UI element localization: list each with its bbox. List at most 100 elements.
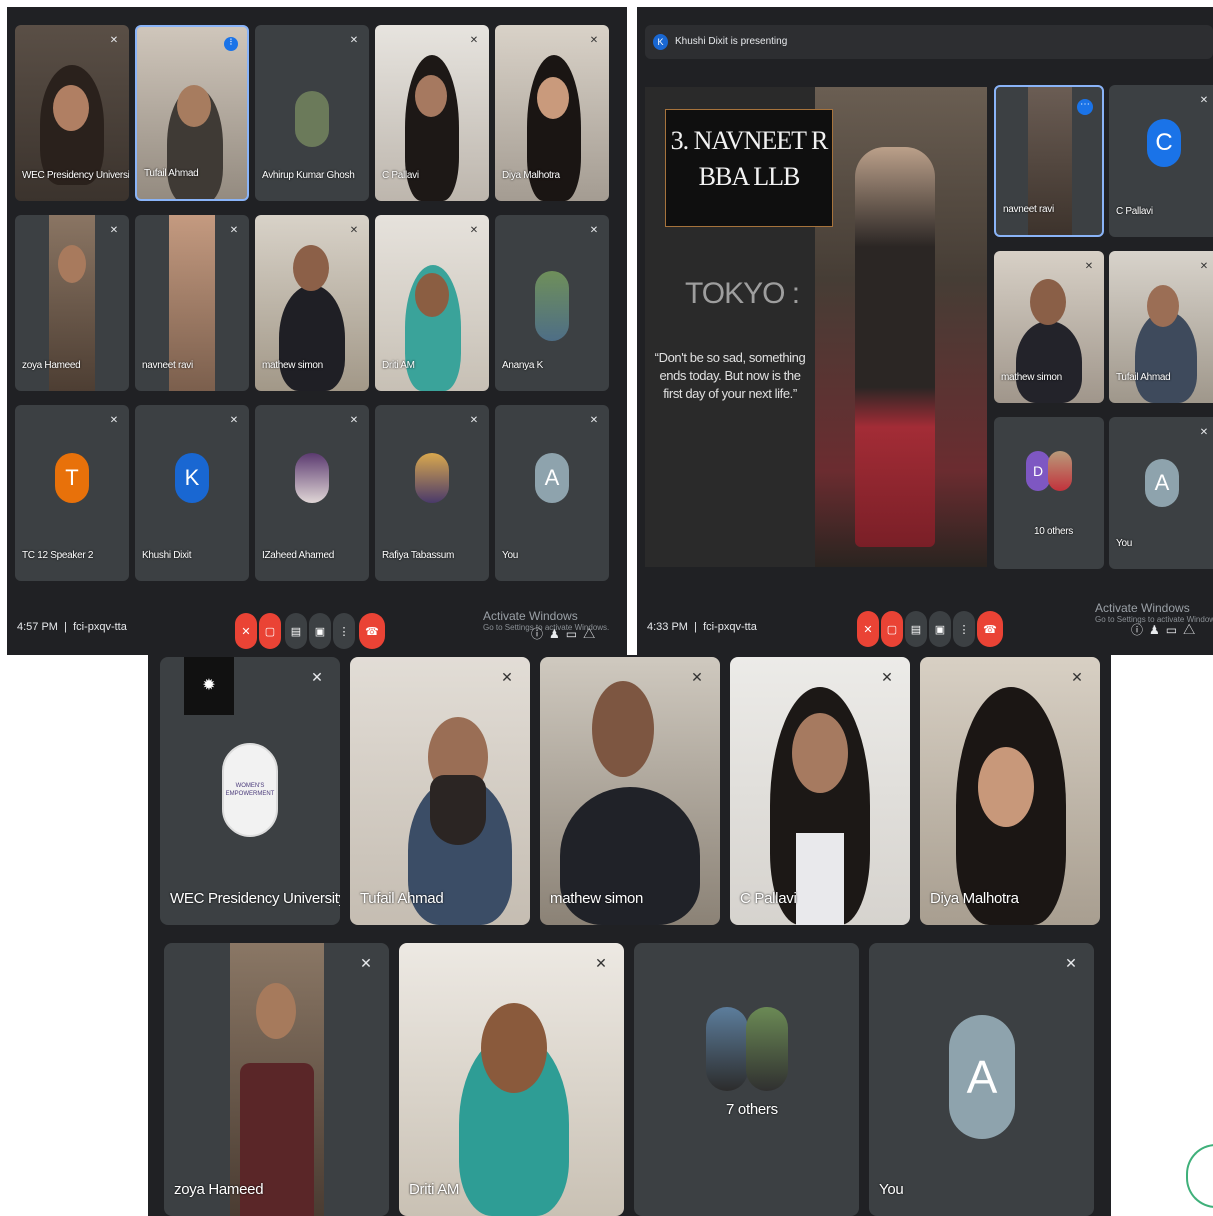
more-icon: ⋮ [958,623,970,636]
participant-tile[interactable]: ✕ Tufail Ahmad [1109,251,1213,403]
avatar: T [55,453,89,503]
slide-figure [855,147,935,547]
captions-icon: ▤ [910,623,922,636]
participant-tile[interactable]: ✕ Rafiya Tabassum [375,405,489,581]
camera-off-icon: ▢ [886,623,898,636]
participant-tile-others[interactable]: D 10 others [994,417,1104,569]
participant-name: Driti AM [409,1181,460,1198]
participant-tile[interactable]: ✕ Tufail Ahmad [350,657,530,925]
activities-icon[interactable]: △ [583,627,601,641]
mic-off-icon: ✕ [349,35,359,46]
participant-tile[interactable]: ✕ Driti AM [399,943,624,1216]
end-call-icon: ☎ [983,623,997,636]
brightness-icon: ✹ [202,677,216,694]
participant-tile[interactable]: ✕ zoya Hameed [164,943,389,1216]
meet-window-grid: ✕ WEC Presidency University ⁝ Tufail Ahm… [7,7,627,655]
participant-name: Driti AM [382,360,415,371]
mic-off-icon: ✕ [469,415,479,426]
people-icon[interactable]: ♟ [549,627,566,641]
info-icon[interactable]: ⓘ [531,627,549,641]
slide-heading: TOKYO : [685,277,800,310]
avatar: C [1147,119,1181,167]
participant-face [978,747,1034,827]
brightness-button[interactable]: ✹ [184,657,234,715]
mic-off-icon: ✕ [501,669,513,685]
participant-tile[interactable]: ✹ WOMEN'S EMPOWERMENT ✕ WEC Presidency U… [160,657,340,925]
info-icon[interactable]: ⓘ [1131,623,1149,637]
captions-button[interactable]: ▤ [905,611,927,647]
participant-video [279,285,345,391]
present-icon: ▣ [314,625,326,638]
meet-window-large-grid: ✹ WOMEN'S EMPOWERMENT ✕ WEC Presidency U… [148,655,1111,1216]
participant-tile[interactable]: ✕ Diya Malhotra [920,657,1100,925]
mic-toggle-button[interactable]: ✕ [857,611,879,647]
participant-tile-pinned[interactable]: ⋯ navneet ravi [994,85,1104,237]
participant-tile-active-speaker[interactable]: ⁝ Tufail Ahmad [135,25,249,201]
more-icon: ⋮ [338,625,350,638]
chat-icon[interactable]: ▭ [566,627,583,641]
activities-icon[interactable]: △ [1183,623,1201,637]
mic-off-icon: ✕ [241,625,251,638]
avatar: A [949,1015,1015,1139]
participant-tile[interactable]: ✕ Avhirup Kumar Ghosh [255,25,369,201]
more-options-button[interactable]: ⋮ [953,611,975,647]
participant-name: You [879,1181,904,1198]
meet-window-presentation: K Khushi Dixit is presenting 3. NAVNEET … [637,7,1213,655]
mic-off-icon: ✕ [589,225,599,236]
chat-icon[interactable]: ▭ [1166,623,1183,637]
people-icon[interactable]: ♟ [1149,623,1166,637]
participant-tile-self[interactable]: A ✕ You [1109,417,1213,569]
participant-face [592,681,654,777]
participant-tile[interactable]: ✕ navneet ravi [135,215,249,391]
participant-tile[interactable]: ✕ IZaheed Ahamed [255,405,369,581]
more-icon[interactable]: ⋯ [1077,99,1093,115]
mic-off-icon: ✕ [589,415,599,426]
mic-toggle-button[interactable]: ✕ [235,613,257,649]
participant-tile-self[interactable]: A ✕ You [495,405,609,581]
camera-toggle-button[interactable]: ▢ [259,613,281,649]
decorative-swirl [1186,1144,1213,1208]
more-options-button[interactable]: ⋮ [333,613,355,649]
participant-tile-others[interactable]: 7 others [634,943,859,1216]
participant-tile[interactable]: ✕ C Pallavi [730,657,910,925]
participant-name: zoya Hameed [174,1181,264,1198]
participant-tile[interactable]: ✕ mathew simon [255,215,369,391]
presenter-avatar: K [653,34,668,50]
slide-title-line: 3. NAVNEET R [670,126,829,155]
participant-tile[interactable]: ✕ Diya Malhotra [495,25,609,201]
participant-tile[interactable]: ✕ mathew simon [994,251,1104,403]
participant-tile[interactable]: ✕ mathew simon [540,657,720,925]
participant-tile[interactable]: ✕ C Pallavi [375,25,489,201]
present-button[interactable]: ▣ [929,611,951,647]
participant-tile[interactable]: ✕ Driti AM [375,215,489,391]
leave-call-button[interactable]: ☎ [977,611,1003,647]
side-panel-buttons: ⓘ♟▭△ [531,625,601,642]
avatar: A [535,453,569,503]
mic-off-icon: ✕ [109,415,119,426]
participant-name: Rafiya Tabassum [382,550,455,561]
end-call-icon: ☎ [365,625,379,638]
captions-button[interactable]: ▤ [285,613,307,649]
participant-tile[interactable]: ✕ Ananya K [495,215,609,391]
participant-tile[interactable]: ✕ WEC Presidency University [15,25,129,201]
organization-logo: WOMEN'S EMPOWERMENT [222,743,278,837]
avatar [1048,451,1072,491]
avatar: A [1145,459,1179,507]
participant-tile-self[interactable]: A ✕ You [869,943,1094,1216]
participant-name: You [1116,538,1132,549]
participant-tile[interactable]: K ✕ Khushi Dixit [135,405,249,581]
participant-video [230,943,324,1216]
watermark-title: Activate Windows [1095,601,1190,615]
participant-name: WEC Presidency University [22,170,129,181]
participant-face [415,273,449,317]
participant-face [1030,279,1066,325]
leave-call-button[interactable]: ☎ [359,613,385,649]
watermark-title: Activate Windows [483,609,578,623]
camera-toggle-button[interactable]: ▢ [881,611,903,647]
mic-off-icon: ✕ [469,35,479,46]
participant-name: C Pallavi [740,890,797,907]
participant-tile[interactable]: T ✕ TC 12 Speaker 2 [15,405,129,581]
present-button[interactable]: ▣ [309,613,331,649]
participant-tile[interactable]: C ✕ C Pallavi [1109,85,1213,237]
participant-tile[interactable]: ✕ zoya Hameed [15,215,129,391]
